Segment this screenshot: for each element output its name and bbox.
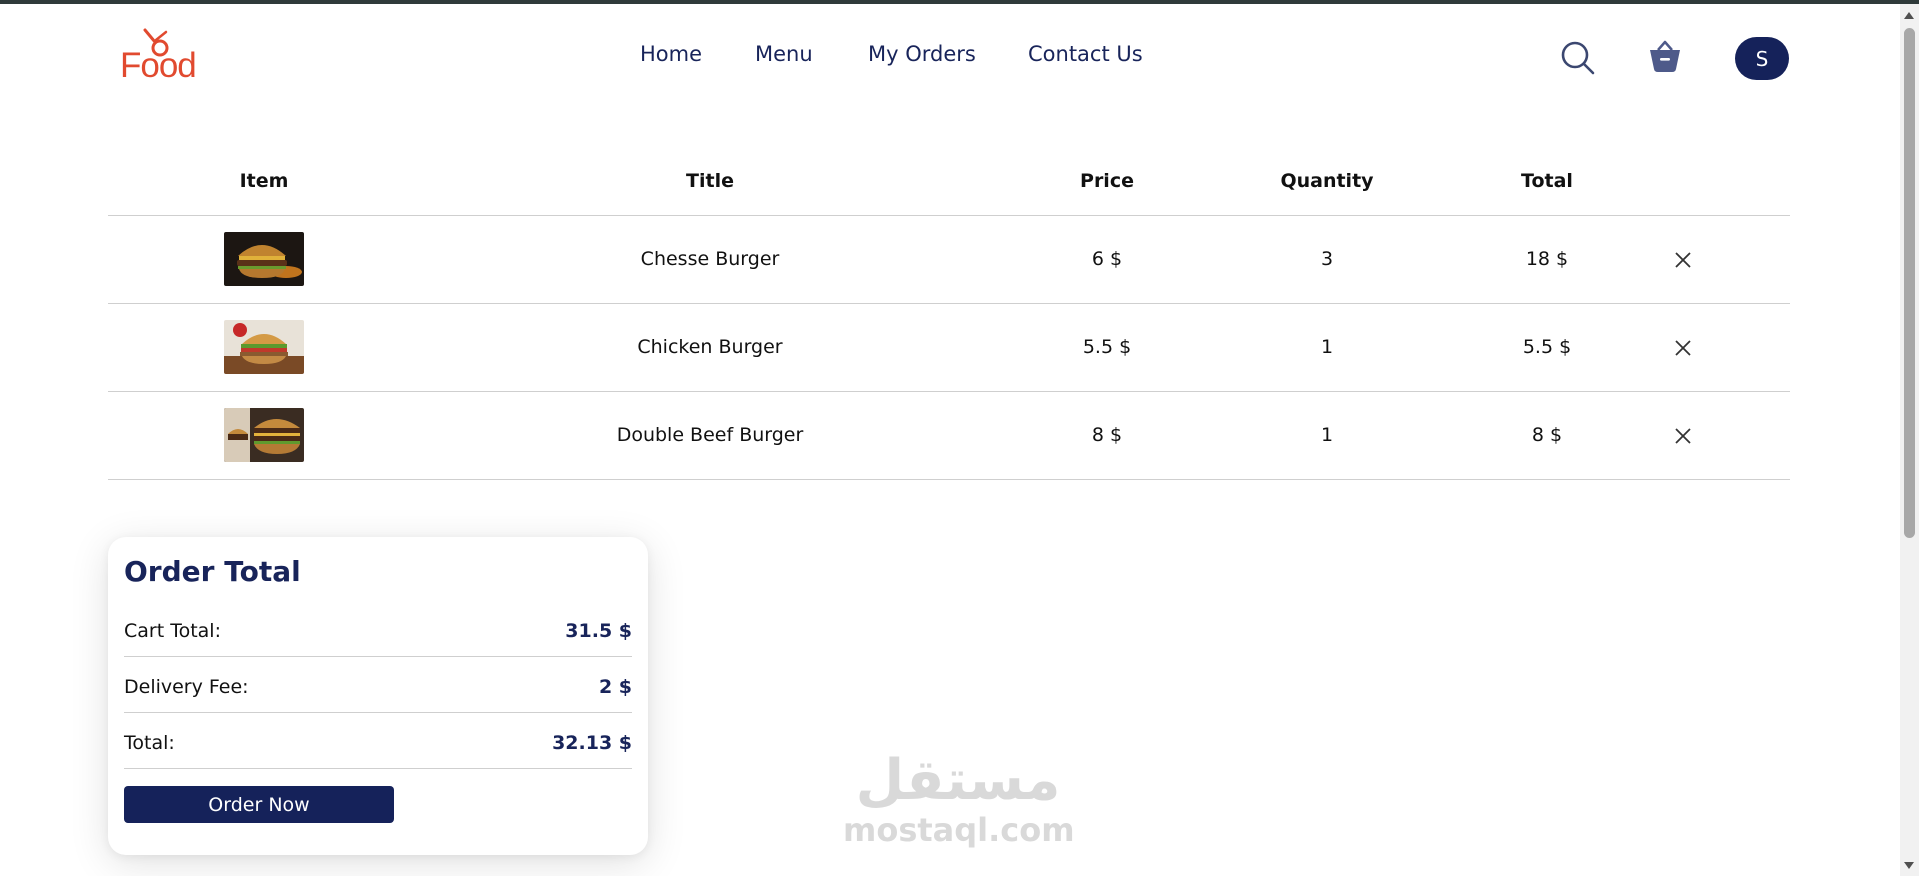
item-price: 8 $: [1091, 424, 1123, 446]
remove-item-icon[interactable]: [1672, 249, 1694, 271]
grand-total-row: Total: 32.13 $: [124, 712, 632, 769]
item-image: [224, 320, 304, 374]
table-row: Chesse Burger 6 $ 3 18 $: [108, 216, 1790, 304]
header-item: Item: [239, 170, 289, 192]
order-now-button[interactable]: Order Now: [124, 786, 394, 823]
delivery-fee-label: Delivery Fee:: [124, 676, 249, 698]
item-price: 5.5 $: [1082, 336, 1132, 358]
scroll-thumb[interactable]: [1904, 28, 1915, 538]
item-quantity: 1: [1320, 424, 1334, 446]
item-price: 6 $: [1091, 248, 1123, 270]
header-title: Title: [686, 170, 734, 192]
item-quantity: 3: [1320, 248, 1334, 270]
item-image: [224, 408, 304, 462]
cart-total-label: Cart Total:: [124, 620, 221, 642]
nav-contact-us[interactable]: Contact Us: [1028, 42, 1143, 66]
delivery-fee-row: Delivery Fee: 2 $: [124, 656, 632, 713]
item-total: 18 $: [1525, 248, 1569, 270]
nav-my-orders[interactable]: My Orders: [868, 42, 976, 66]
basket-icon[interactable]: [1647, 38, 1683, 74]
cart-total-row: Cart Total: 31.5 $: [124, 600, 632, 657]
food-logo[interactable]: Food: [120, 28, 210, 86]
header-quantity: Quantity: [1280, 170, 1374, 192]
item-title: Double Beef Burger: [616, 424, 804, 446]
item-image: [224, 232, 304, 286]
item-title: Chicken Burger: [637, 336, 783, 358]
scroll-up-arrow-icon[interactable]: [1904, 12, 1914, 19]
watermark-arabic: مستقل: [855, 748, 1061, 813]
watermark-latin: mostaql.com: [843, 811, 1075, 849]
logo-text: Food: [120, 46, 197, 85]
order-total-card: Order Total Cart Total: 31.5 $ Delivery …: [108, 537, 648, 855]
order-total-title: Order Total: [124, 555, 301, 588]
watermark: مستقل mostaql.com: [843, 748, 1075, 860]
top-window-strip: [0, 0, 1919, 4]
cart-total-value: 31.5 $: [565, 620, 632, 642]
search-icon[interactable]: [1560, 40, 1596, 76]
user-avatar[interactable]: S: [1735, 37, 1789, 80]
scroll-down-arrow-icon[interactable]: [1904, 862, 1914, 869]
item-quantity: 1: [1320, 336, 1334, 358]
header-price: Price: [1080, 170, 1134, 192]
header-total: Total: [1521, 170, 1573, 192]
remove-item-icon[interactable]: [1672, 337, 1694, 359]
table-row: Double Beef Burger 8 $ 1 8 $: [108, 392, 1790, 480]
page-scrollbar[interactable]: [1900, 4, 1919, 876]
table-header: Item Title Price Quantity Total: [108, 155, 1790, 216]
remove-item-icon[interactable]: [1672, 425, 1694, 447]
table-row: Chicken Burger 5.5 $ 1 5.5 $: [108, 304, 1790, 392]
nav-menu[interactable]: Menu: [755, 42, 813, 66]
nav-home[interactable]: Home: [640, 42, 702, 66]
grand-total-label: Total:: [124, 732, 175, 754]
item-total: 5.5 $: [1522, 336, 1572, 358]
delivery-fee-value: 2 $: [598, 676, 632, 698]
item-total: 8 $: [1531, 424, 1563, 446]
grand-total-value: 32.13 $: [552, 732, 632, 754]
item-title: Chesse Burger: [640, 248, 780, 270]
cart-table: Item Title Price Quantity Total Chesse B…: [108, 155, 1790, 480]
